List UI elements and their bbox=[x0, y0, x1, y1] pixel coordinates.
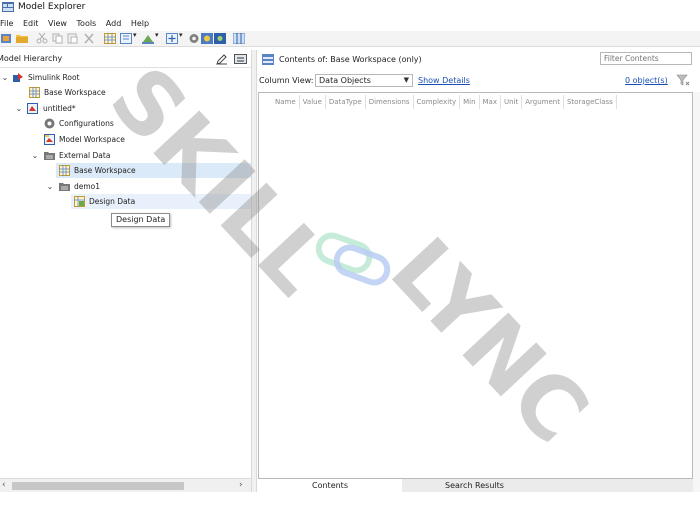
col-header-unit[interactable]: Unit bbox=[501, 95, 523, 109]
model-workspace-icon bbox=[44, 134, 55, 145]
open-model-icon[interactable] bbox=[1, 33, 13, 44]
col-header-max[interactable]: Max bbox=[480, 95, 501, 109]
chevron-down-icon[interactable]: ⌄ bbox=[1, 70, 9, 85]
model-hierarchy-tree: ⌄ Simulink Root Base Workspace ⌄ untitle… bbox=[0, 68, 251, 480]
add-signal-icon[interactable] bbox=[120, 33, 132, 44]
model-explorer-icon bbox=[2, 2, 14, 12]
window-title: Model Explorer bbox=[18, 2, 86, 12]
dropdown-arrow-icon-2[interactable]: ▾ bbox=[155, 31, 161, 42]
dropdown-arrow-icon-3[interactable]: ▾ bbox=[179, 31, 185, 42]
tab-contents[interactable]: Contents bbox=[258, 479, 402, 492]
tree-item-model-workspace[interactable]: Model Workspace bbox=[0, 132, 250, 147]
chevron-down-icon: ▼ bbox=[403, 76, 409, 84]
data-dictionary-icon[interactable] bbox=[201, 33, 213, 44]
column-view-select[interactable]: Data Objects ▼ bbox=[315, 74, 413, 87]
tree-item-external-base-workspace[interactable]: Base Workspace bbox=[56, 163, 251, 178]
cut-icon[interactable] bbox=[36, 33, 48, 44]
filter-contents-input[interactable] bbox=[600, 52, 692, 65]
scrollbar-thumb[interactable] bbox=[12, 482, 184, 490]
col-header-storageclass[interactable]: StorageClass bbox=[564, 95, 617, 109]
filter-funnel-icon[interactable] bbox=[676, 73, 690, 87]
contents-of-label: Contents of: bbox=[279, 55, 328, 64]
col-header-name[interactable]: Name bbox=[272, 95, 300, 109]
model-hierarchy-header: Model Hierarchy bbox=[0, 50, 251, 68]
menu-view[interactable]: View bbox=[48, 17, 67, 31]
model-hierarchy-title: Model Hierarchy bbox=[0, 54, 63, 63]
delete-icon[interactable] bbox=[83, 33, 95, 44]
column-view-icon[interactable] bbox=[233, 33, 245, 44]
copy-icon[interactable] bbox=[52, 33, 64, 44]
status-strip bbox=[0, 492, 700, 514]
contents-of-value: Base Workspace bbox=[330, 55, 396, 64]
gear-icon bbox=[44, 118, 55, 129]
data-folder-icon bbox=[59, 183, 70, 191]
tree-item-base-workspace[interactable]: Base Workspace bbox=[0, 85, 250, 100]
design-data-icon bbox=[74, 196, 85, 207]
col-header-argument[interactable]: Argument bbox=[522, 95, 564, 109]
col-header-datatype[interactable]: DataType bbox=[326, 95, 366, 109]
menu-bar: File Edit View Tools Add Help bbox=[0, 17, 700, 31]
tree-item-demo1[interactable]: ⌄ demo1 bbox=[0, 179, 250, 194]
show-details-link[interactable]: Show Details bbox=[418, 76, 470, 85]
scroll-right-icon[interactable]: › bbox=[239, 480, 243, 490]
col-header-min[interactable]: Min bbox=[460, 95, 480, 109]
tree-item-simulink-root[interactable]: ⌄ Simulink Root bbox=[0, 70, 250, 85]
bottom-tabs: Contents Search Results bbox=[258, 479, 693, 492]
tree-horizontal-scrollbar[interactable]: ‹ › bbox=[0, 478, 251, 492]
scroll-left-icon[interactable]: ‹ bbox=[2, 480, 6, 490]
contents-table: Name Value DataType Dimensions Complexit… bbox=[258, 92, 693, 479]
workspace-grid-icon bbox=[59, 165, 70, 176]
model-data-icon[interactable] bbox=[214, 33, 226, 44]
tree-item-external-data[interactable]: ⌄ External Data bbox=[0, 148, 250, 163]
workspace-grid-icon[interactable] bbox=[104, 33, 116, 44]
chevron-down-icon[interactable]: ⌄ bbox=[31, 148, 39, 163]
gear-icon[interactable] bbox=[188, 33, 200, 44]
chevron-down-icon[interactable]: ⌄ bbox=[46, 179, 54, 194]
folder-icon[interactable] bbox=[16, 33, 28, 44]
paste-icon[interactable] bbox=[67, 33, 79, 44]
menu-add[interactable]: Add bbox=[106, 17, 122, 31]
tree-item-design-data[interactable]: Design Data bbox=[71, 194, 251, 209]
add-parameter-icon[interactable] bbox=[142, 33, 154, 44]
menu-edit[interactable]: Edit bbox=[23, 17, 39, 31]
tab-search-results[interactable]: Search Results bbox=[402, 479, 547, 492]
right-edge-handle[interactable] bbox=[693, 92, 700, 492]
add-variable-icon[interactable] bbox=[166, 33, 178, 44]
show-contents-icon[interactable] bbox=[234, 53, 247, 65]
tree-item-untitled[interactable]: ⌄ untitled* bbox=[0, 101, 250, 116]
edit-pencil-icon[interactable] bbox=[216, 53, 228, 65]
tree-item-configurations[interactable]: Configurations bbox=[0, 116, 250, 131]
title-bar: Model Explorer bbox=[0, 0, 700, 16]
toolbar: ▾ ▾ ▾ bbox=[0, 31, 700, 47]
object-count-link[interactable]: 0 object(s) bbox=[625, 76, 668, 85]
column-headers: Name Value DataType Dimensions Complexit… bbox=[272, 95, 617, 109]
model-icon bbox=[27, 103, 38, 114]
menu-tools[interactable]: Tools bbox=[77, 17, 97, 31]
col-header-dimensions[interactable]: Dimensions bbox=[366, 95, 414, 109]
design-data-tooltip: Design Data bbox=[111, 213, 171, 227]
chevron-down-icon[interactable]: ⌄ bbox=[15, 101, 23, 116]
menu-file[interactable]: File bbox=[0, 17, 13, 31]
menu-help[interactable]: Help bbox=[131, 17, 149, 31]
workspace-grid-icon bbox=[29, 87, 40, 98]
external-data-icon bbox=[44, 152, 55, 160]
dropdown-arrow-icon[interactable]: ▾ bbox=[133, 31, 139, 42]
contents-icon bbox=[262, 54, 274, 65]
col-header-complexity[interactable]: Complexity bbox=[414, 95, 461, 109]
contents-of-suffix: (only) bbox=[398, 55, 422, 64]
col-header-value[interactable]: Value bbox=[300, 95, 326, 109]
panel-splitter[interactable] bbox=[251, 50, 257, 492]
column-view-bar: Column View: Data Objects ▼ Show Details… bbox=[258, 73, 700, 89]
simulink-root-icon bbox=[13, 73, 23, 82]
column-view-label: Column View: bbox=[259, 76, 314, 85]
